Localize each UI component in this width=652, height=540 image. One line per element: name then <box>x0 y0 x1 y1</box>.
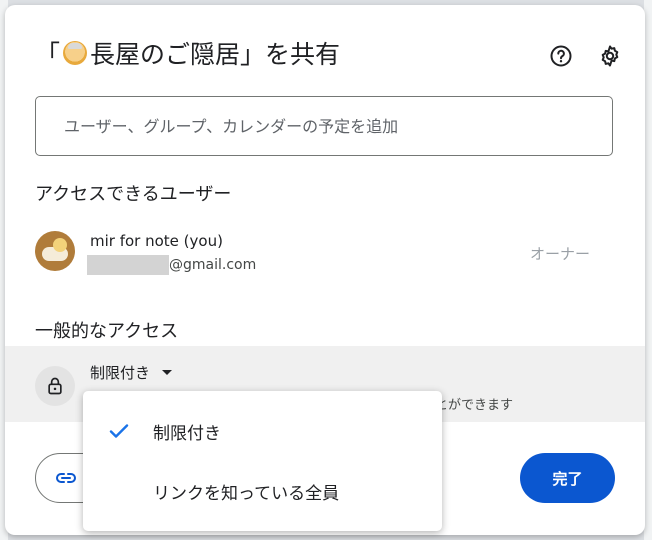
general-access-select[interactable]: 制限付き <box>90 362 173 383</box>
email-redaction <box>87 255 169 275</box>
dialog-title: 「 長屋のご隠居 」を共有 <box>35 35 340 71</box>
user-email: @gmail.com <box>87 255 256 275</box>
gear-icon[interactable] <box>597 43 623 69</box>
general-access-description: とができます <box>435 398 514 413</box>
users-section-heading: アクセスできるユーザー <box>35 184 232 205</box>
title-document-name: 長屋のご隠居 <box>90 40 241 69</box>
user-name: mir for note (you) <box>90 232 223 250</box>
background-strip-right <box>644 0 652 540</box>
menu-item-anyone-with-link[interactable]: リンクを知っている全員 <box>83 461 442 521</box>
check-icon <box>109 424 129 438</box>
caret-down-icon <box>162 370 173 375</box>
menu-item-restricted[interactable]: 制限付き <box>83 401 442 461</box>
help-circle-icon[interactable] <box>548 43 574 69</box>
email-suffix: @gmail.com <box>169 257 257 273</box>
general-access-dropdown-menu: 制限付き リンクを知っている全員 <box>83 391 442 531</box>
general-access-selected: 制限付き <box>90 364 151 382</box>
title-open-bracket: 「 <box>35 40 61 69</box>
elderly-person-emoji-icon <box>63 41 88 65</box>
general-access-heading: 一般的なアクセス <box>35 321 179 342</box>
done-button[interactable]: 完了 <box>520 453 615 503</box>
add-people-input[interactable] <box>62 115 606 137</box>
menu-item-label: 制限付き <box>153 423 221 444</box>
avatar <box>35 231 75 271</box>
link-icon <box>56 473 76 483</box>
menu-item-label: リンクを知っている全員 <box>153 483 340 504</box>
lock-icon <box>35 366 75 406</box>
add-people-field[interactable] <box>35 96 613 156</box>
user-role-label: オーナー <box>530 245 591 263</box>
title-share-suffix: 」を共有 <box>240 40 341 69</box>
